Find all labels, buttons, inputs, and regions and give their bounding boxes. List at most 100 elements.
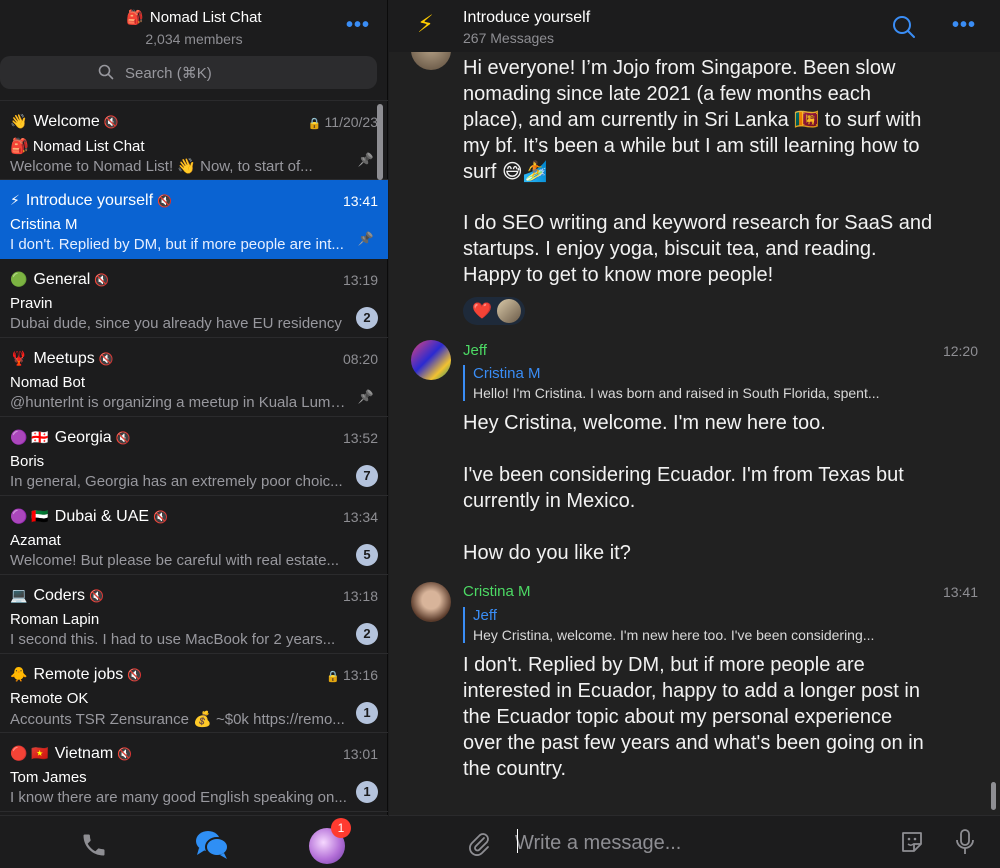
chat-time-value: 13:52 (342, 430, 378, 446)
avatar[interactable] (411, 52, 451, 70)
chat-item-preview: Dubai dude, since you already have EU re… (10, 315, 342, 332)
chat-time-value: 13:34 (342, 509, 378, 525)
chat-item-time: 08:20 (343, 351, 378, 367)
chats-icon[interactable] (194, 828, 230, 860)
conversation-pane: ⚡ Introduce yourself 267 Messages ••• Hi… (389, 0, 1000, 868)
more-options-icon[interactable]: ••• (346, 14, 370, 37)
reply-snippet: Hey Cristina, welcome. I'm new here too.… (473, 627, 875, 643)
message-scrollbar[interactable] (991, 782, 996, 810)
chat-list-scrollbar[interactable] (377, 104, 383, 180)
sticker-icon[interactable] (899, 829, 925, 855)
muted-icon: 🔇 (117, 747, 133, 761)
chat-name: Introduce yourself (25, 192, 154, 209)
muted-icon: 🔇 (157, 194, 172, 208)
chat-time-value: 08:20 (342, 351, 378, 367)
chat-item-time: 🔒 13:16 (326, 667, 378, 683)
chat-name: Vietnam (54, 745, 114, 762)
group-title[interactable]: 🎒 Nomad List Chat (0, 9, 388, 26)
chat-name: Georgia (54, 429, 112, 446)
message-text: Hi everyone! I’m Jojo from Singapore. Be… (463, 57, 922, 183)
member-count: 2,034 members (145, 31, 243, 47)
message-text: I do SEO writing and keyword research fo… (463, 212, 933, 286)
chat-emoji-icon: 👋 (10, 113, 28, 129)
chat-emoji-icon: 🟢 (10, 271, 28, 287)
backpack-icon: 🎒 (126, 9, 144, 25)
paperclip-icon[interactable] (467, 830, 491, 856)
reply-quote[interactable]: Cristina M Hello! I'm Cristina. I was bo… (463, 365, 923, 401)
chat-list-item[interactable]: 🟣 🇦🇪 Dubai & UAE 🔇 13:34 Azamat Welcome! But … (0, 496, 388, 575)
chat-name: Remote jobs (33, 666, 124, 683)
chat-list: 👋 Welcome 🔇 🔒 11/20/23 🎒 Nomad List Chat Welc… (0, 100, 388, 813)
chat-item-sender: Cristina M (10, 216, 78, 233)
reply-author: Cristina M (473, 365, 541, 382)
chat-item-title: 👋 Welcome 🔇 (10, 113, 119, 131)
chat-time-value: 13:41 (342, 193, 378, 209)
unread-badge: 1 (356, 702, 378, 724)
search-placeholder: Search (⌘K) (125, 65, 212, 82)
avatar[interactable] (411, 340, 451, 380)
conversation-title[interactable]: Introduce yourself (463, 9, 590, 27)
chat-name: General (33, 271, 91, 288)
chat-list-item[interactable]: 🦞 Meetups 🔇 08:20 Nomad Bot @hunterlnt is org… (0, 338, 388, 417)
chat-item-sender: Nomad Bot (10, 374, 86, 391)
chat-name: Meetups (33, 350, 95, 367)
message-composer (389, 815, 1000, 868)
chat-item-time: 13:34 (343, 509, 378, 525)
avatar[interactable] (411, 582, 451, 622)
chat-emoji-icon: 🟣 🇦🇪 (10, 508, 49, 524)
reactor-avatar (497, 299, 521, 323)
tab-bar (0, 815, 388, 868)
microphone-icon[interactable] (955, 828, 975, 856)
chat-item-sender: Roman Lapin (10, 611, 100, 628)
chat-time-value: 13:01 (342, 746, 378, 762)
chat-list-item[interactable]: ⚡ Introduce yourself 🔇 13:41 Cristina M I don… (0, 180, 388, 259)
message-author[interactable]: Cristina M (463, 583, 531, 600)
chat-item-sender: Azamat (10, 532, 61, 549)
chat-item-time: 🔒 11/20/23 (308, 114, 378, 130)
message-author[interactable]: Jeff (463, 342, 487, 359)
chat-item-preview: I know there are many good English speak… (10, 789, 347, 806)
chat-item-time: 13:41 (343, 193, 378, 209)
message-text: Hey Cristina, welcome. I'm new here too. (463, 412, 826, 434)
phone-icon[interactable] (80, 831, 108, 859)
chat-item-time: 13:19 (343, 272, 378, 288)
message-list: Hi everyone! I’m Jojo from Singapore. Be… (389, 52, 1000, 813)
search-input[interactable]: Search (⌘K) (0, 56, 377, 89)
chat-item-preview: In general, Georgia has an extremely poo… (10, 473, 343, 490)
chat-item-title: 🟢 General 🔇 (10, 271, 109, 289)
chat-item-title: ⚡ Introduce yourself 🔇 (10, 192, 172, 210)
chat-list-item[interactable]: 🟢 General 🔇 13:19 Pravin Dubai dude, since yo… (0, 259, 388, 338)
pin-icon: 📌 (357, 152, 374, 167)
chat-item-title: 🐥 Remote jobs 🔇 (10, 666, 142, 684)
muted-icon: 🔇 (89, 589, 104, 603)
lightning-icon: ⚡ (417, 11, 434, 38)
message-text: How do you like it? (463, 542, 631, 564)
lock-icon: 🔒 (307, 118, 325, 130)
chat-name: Coders (33, 587, 86, 604)
chat-item-title: 🟣 🇦🇪 Dubai & UAE 🔇 (10, 508, 168, 526)
chat-list-item[interactable]: 👋 Welcome 🔇 🔒 11/20/23 🎒 Nomad List Chat Welc… (0, 101, 388, 180)
chat-emoji-icon: 🦞 (10, 350, 28, 366)
chat-list-item[interactable]: 🟣 🇬🇪 Georgia 🔇 13:52 Boris In general, Georgi… (0, 417, 388, 496)
chat-item-sender: Boris (10, 453, 45, 470)
chat-item-sender: 🎒 Nomad List Chat (10, 138, 145, 155)
more-options-icon[interactable]: ••• (952, 14, 976, 37)
chat-list-item[interactable]: 🐥 Remote jobs 🔇 🔒 13:16 Remote OK Accounts TS… (0, 654, 388, 733)
text-caret (517, 829, 518, 853)
chat-list-item[interactable]: 💻 Coders 🔇 13:18 Roman Lapin I second this. I… (0, 575, 388, 654)
reaction-pill[interactable]: ❤️ (463, 297, 525, 325)
chat-item-title: 🔴 🇻🇳 Vietnam 🔇 (10, 745, 132, 763)
chat-item-time: 13:01 (343, 746, 378, 762)
message-input[interactable] (515, 826, 885, 860)
message-text: I've been considering Ecuador. I'm from … (463, 464, 904, 512)
search-icon[interactable] (892, 15, 916, 39)
unread-badge: 2 (356, 623, 378, 645)
chat-time-value: 11/20/23 (324, 114, 378, 130)
chat-list-item[interactable]: 🔴 🇻🇳 Vietnam 🔇 13:01 Tom James I know there a… (0, 733, 388, 812)
message-count: 267 Messages (463, 30, 555, 46)
reply-quote[interactable]: Jeff Hey Cristina, welcome. I'm new here… (463, 607, 923, 643)
chat-emoji-icon: 🟣 🇬🇪 (10, 429, 49, 445)
lock-icon: 🔒 (326, 671, 343, 683)
chat-item-preview: @hunterlnt is organizing a meetup in Kua… (10, 394, 350, 411)
muted-icon: 🔇 (127, 668, 143, 682)
